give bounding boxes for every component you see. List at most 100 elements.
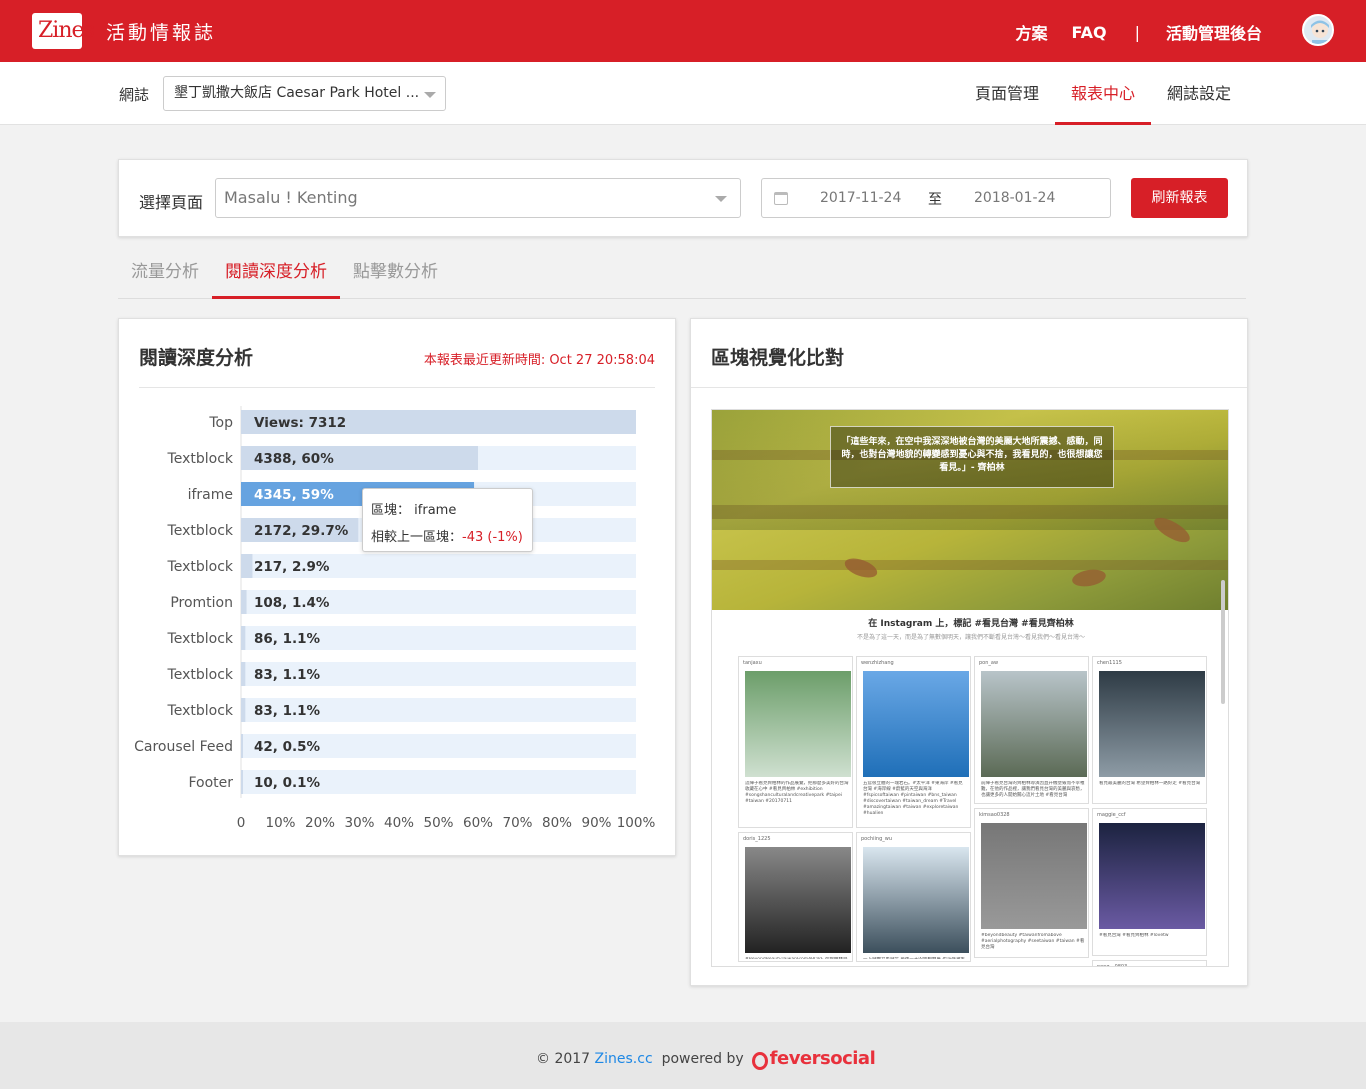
- chart-category-label: Carousel Feed: [134, 739, 233, 755]
- nav-admin[interactable]: 活動管理後台: [1166, 20, 1262, 44]
- instagram-post-user: pon_aw: [979, 660, 999, 666]
- chart-data-label: 4388, 60%: [254, 451, 334, 467]
- report-tabs: 流量分析 閱讀深度分析 點擊數分析: [118, 250, 1246, 299]
- chart-category-label: Textblock: [167, 451, 234, 467]
- instagram-post-image: [981, 823, 1087, 929]
- nav-faq[interactable]: FAQ: [1072, 23, 1107, 42]
- date-to-label: 至: [928, 192, 942, 208]
- preview-scrollbar[interactable]: [1221, 580, 1225, 704]
- instagram-post[interactable]: kimsao0328 #beyondbeauty #taiwanfromabove…: [974, 808, 1089, 958]
- instagram-post-image: [1099, 671, 1205, 777]
- instagram-post-user: pochiing_wu: [861, 836, 893, 842]
- reading-depth-chart: Top Views: 7312 Textblock 4388, 60% iframe 43…: [134, 406, 656, 831]
- instagram-post-caption: #BeyondBeautyTaiwanFromABOVE 從齊柏林導演的視角 讓…: [745, 957, 849, 959]
- chart-tick-label: 90%: [581, 815, 611, 831]
- instagram-post-user: doris_1225: [743, 836, 771, 842]
- chart-category-label: Textblock: [167, 631, 234, 647]
- chart-tick-label: 10%: [265, 815, 295, 831]
- chart-tick-label: 80%: [542, 815, 572, 831]
- chart-tick-label: 60%: [463, 815, 493, 831]
- chart-tick-label: 40%: [384, 815, 414, 831]
- chart-data-label: 86, 1.1%: [254, 631, 321, 647]
- nav-separator: |: [1134, 22, 1140, 42]
- footer: © 2017 Zines.cc powered by feversocial: [0, 1022, 1366, 1089]
- instagram-post[interactable]: wenzhizhang 五官很立體的一塊岩石。#太平洋 #東海岸 #看見台灣 #海…: [856, 656, 971, 828]
- instagram-post-caption: 前陣子看見台灣的齊柏林導演因直升機墜毀而不幸罹難，在他的作品裡，讓我們看見台灣的…: [981, 781, 1085, 798]
- instagram-post[interactable]: chen1115 看見最美麗的台灣 希望齊柏林一路好走 #看見台灣: [1092, 656, 1207, 804]
- date-range-picker[interactable]: 2017-11-24 至 2018-01-24: [761, 178, 1111, 218]
- instagram-post[interactable]: nong__0803: [1092, 960, 1207, 967]
- subnav-zine-settings[interactable]: 網誌設定: [1151, 62, 1247, 125]
- instagram-post-image: [745, 671, 851, 777]
- chart-data-label: 83, 1.1%: [254, 703, 321, 719]
- instagram-subtitle: 不是為了這一天，而是為了無數個明天，讓我們不斷看見台灣～看見我們～看見台灣～: [856, 634, 1085, 641]
- chart-data-label: 217, 2.9%: [254, 559, 330, 575]
- nav-plans[interactable]: 方案: [1016, 20, 1048, 44]
- top-nav: 方案 FAQ | 活動管理後台: [992, 20, 1263, 44]
- instagram-post[interactable]: maggie_ccf #看見台灣 #看見齊柏林 #lovetw: [1092, 808, 1207, 956]
- zine-select[interactable]: 墾丁凱撒大飯店 Caesar Park Hotel ...: [163, 76, 446, 111]
- feversocial-icon: [751, 1051, 768, 1070]
- chart-category-label: Top: [208, 415, 233, 431]
- page-select[interactable]: Masalu ! Kenting: [215, 178, 741, 218]
- footer-copyright: © 2017: [536, 1050, 591, 1067]
- chart-category-label: Footer: [188, 775, 233, 791]
- chart-tick-label: 100%: [617, 815, 656, 831]
- chart-category-label: Textblock: [167, 667, 234, 683]
- date-to[interactable]: 2018-01-24: [974, 190, 1055, 206]
- instagram-post-user: tanjaxu: [743, 660, 762, 666]
- chevron-down-icon: [715, 196, 727, 202]
- subnav-report-center[interactable]: 報表中心: [1055, 62, 1152, 125]
- filter-card: 選擇頁面 Masalu ! Kenting 2017-11-24 至 2018-…: [118, 159, 1248, 237]
- instagram-post[interactable]: pochiing_wu 一下飛機立馬飛奔 最後一天的齊柏林展 也許感謝生命的美好 …: [856, 832, 971, 962]
- footer-powered: powered by: [661, 1050, 744, 1067]
- tab-reading-depth[interactable]: 閱讀深度分析: [212, 250, 340, 299]
- chart-data-label: 83, 1.1%: [254, 667, 321, 683]
- instagram-post-caption: 五官很立體的一塊岩石。#太平洋 #東海岸 #看見台灣 #海岸線 #蔚藍的天空與海…: [863, 781, 963, 816]
- instagram-post-caption: 這陣子看見齊柏林的作品展覽，把那麼多美好的台灣收藏在心中 #看見齊柏林 #exh…: [745, 781, 849, 804]
- instagram-post[interactable]: tanjaxu 這陣子看見齊柏林的作品展覽，把那麼多美好的台灣收藏在心中 #看見齊…: [738, 656, 853, 828]
- instagram-post-image: [1099, 823, 1205, 929]
- chart-bar: [241, 626, 246, 650]
- instagram-title: 在 Instagram 上，標記 #看見台灣 #看見齊柏林: [868, 619, 1074, 629]
- user-avatar[interactable]: [1302, 14, 1334, 46]
- zine-select-value: 墾丁凱撒大飯店 Caesar Park Hotel ...: [174, 85, 420, 101]
- refresh-report-button[interactable]: 刷新報表: [1131, 178, 1228, 218]
- feversocial-logo[interactable]: feversocial: [770, 1048, 876, 1069]
- footer-site-link[interactable]: Zines.cc: [595, 1051, 653, 1067]
- chart-tick-label: 70%: [502, 815, 532, 831]
- chart-category-label: iframe: [188, 487, 233, 503]
- chart-data-label: 4345, 59%: [254, 487, 334, 503]
- top-header: Zines 活動情報誌 方案 FAQ | 活動管理後台: [0, 0, 1366, 62]
- instagram-post-caption: 一下飛機立馬飛奔 最後一天的齊柏林展 也許感謝生命的美好 #看見台灣 #看見齊柏…: [863, 957, 967, 959]
- site-title: 活動情報誌: [106, 22, 217, 44]
- chart-tick-label: 30%: [344, 815, 374, 831]
- instagram-post-image: [981, 671, 1087, 777]
- zine-label: 網誌: [119, 86, 150, 104]
- chart-category-label: Textblock: [167, 703, 234, 719]
- instagram-post[interactable]: pon_aw 前陣子看見台灣的齊柏林導演因直升機墜毀而不幸罹難，在他的作品裡，讓我…: [974, 656, 1089, 804]
- chart-tick-label: 20%: [305, 815, 335, 831]
- instagram-post-caption: #看見台灣 #看見齊柏林 #lovetw: [1099, 933, 1169, 938]
- instagram-post-user: wenzhizhang: [861, 660, 894, 666]
- page-preview[interactable]: 「這些年來，在空中我深深地被台灣的美麗大地所震撼、感動，同時，也對台灣地貌的轉變…: [711, 409, 1229, 967]
- page-select-value: Masalu ! Kenting: [224, 188, 358, 207]
- instagram-post-user: nong__0803: [1097, 964, 1128, 967]
- instagram-post[interactable]: doris_1225 #BeyondBeautyTaiwanFromABOVE 從…: [738, 832, 853, 962]
- chart-tick-label: 50%: [423, 815, 453, 831]
- chart-bar: [241, 770, 243, 794]
- chart-bar: [241, 554, 253, 578]
- block-visual-card: 區塊視覺化比對 「這些年來，在空中我深深地被台灣的美麗大地所震撼、感動，同時，也…: [690, 318, 1248, 986]
- instagram-post-caption: #beyondbeauty #taiwanfromabove #aerialph…: [981, 933, 1085, 950]
- instagram-post-user: kimsao0328: [979, 812, 1010, 818]
- date-from[interactable]: 2017-11-24: [820, 190, 901, 206]
- subnav-page-management[interactable]: 頁面管理: [959, 62, 1055, 125]
- tab-click-analysis[interactable]: 點擊數分析: [340, 250, 451, 299]
- zines-logo[interactable]: Zines: [32, 13, 95, 49]
- calendar-icon: [774, 192, 788, 205]
- tooltip-compare-value: -43 (-1%): [462, 530, 523, 545]
- logo-text: Zines: [38, 18, 95, 43]
- footer-content: © 2017 Zines.cc powered by feversocial: [536, 1048, 876, 1070]
- sub-header: 網誌 墾丁凱撒大飯店 Caesar Park Hotel ... 頁面管理 報表…: [0, 62, 1366, 125]
- tab-traffic-analysis[interactable]: 流量分析: [118, 250, 212, 299]
